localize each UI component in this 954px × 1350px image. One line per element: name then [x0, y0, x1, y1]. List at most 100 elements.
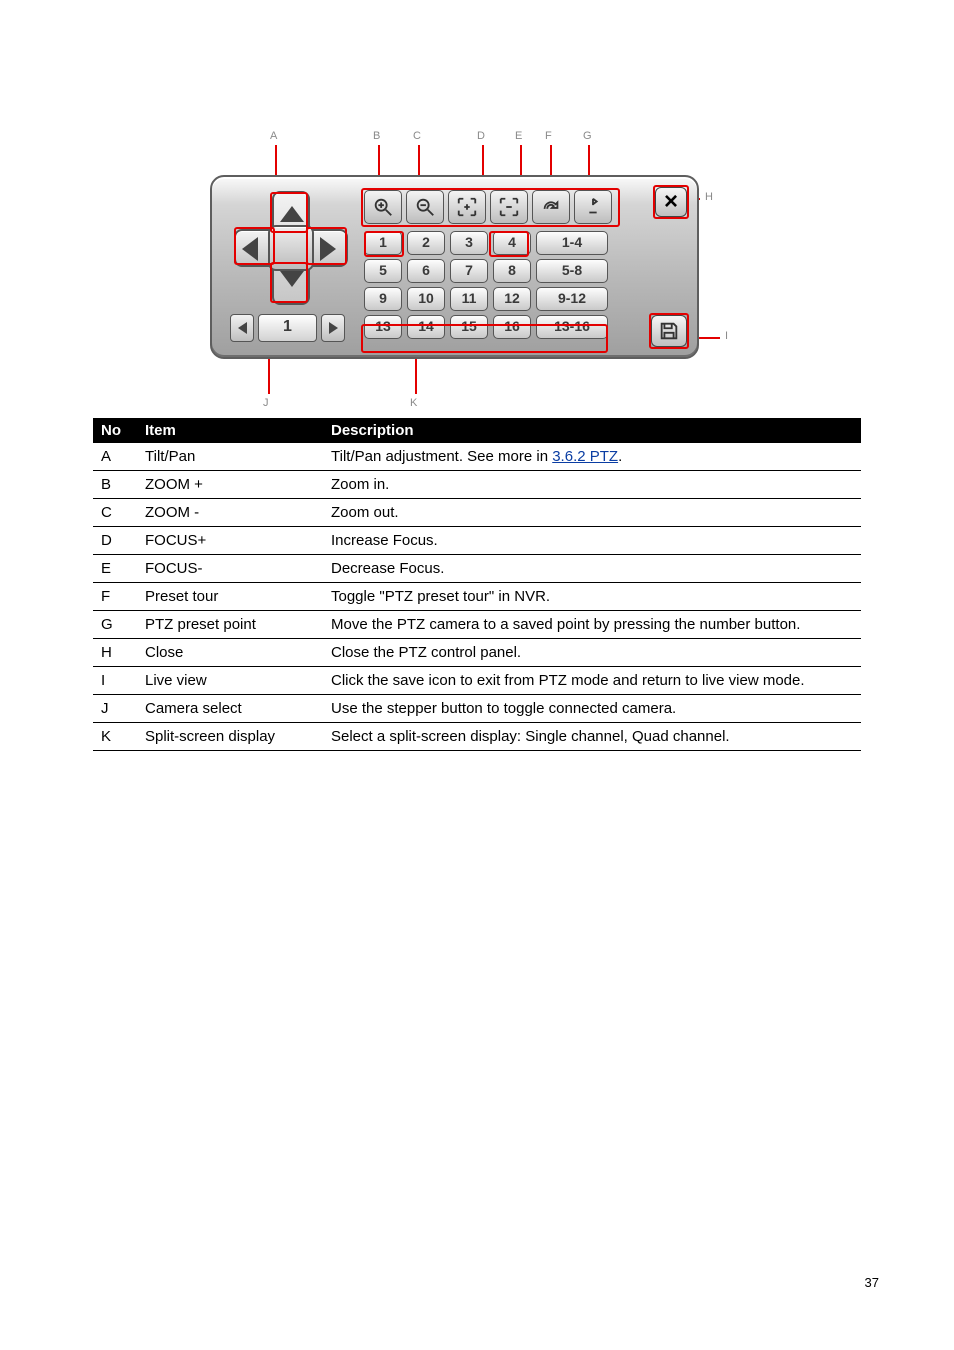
- channel-range-button-1-4[interactable]: 1-4: [536, 231, 608, 255]
- table-cell-desc: Zoom in.: [323, 471, 861, 499]
- table-cell-no: A: [93, 443, 137, 471]
- table-row: FPreset tourToggle "PTZ preset tour" in …: [93, 583, 861, 611]
- preset-point-icon: [582, 196, 604, 218]
- table-row: A Tilt/Pan Tilt/Pan adjustment. See more…: [93, 443, 861, 471]
- page-number: 37: [865, 1275, 879, 1290]
- table-row: JCamera selectUse the stepper button to …: [93, 695, 861, 723]
- table-cell-item: Preset tour: [137, 583, 323, 611]
- leader-label-i: I: [725, 330, 728, 342]
- channel-button-3[interactable]: 3: [450, 231, 488, 255]
- table-cell-desc: Decrease Focus.: [323, 555, 861, 583]
- desc-text: Tilt/Pan adjustment. See more in: [331, 448, 552, 465]
- table-cell-desc: Use the stepper button to toggle connect…: [323, 695, 861, 723]
- leader-label-j: J: [263, 397, 269, 409]
- table-cell-item: FOCUS+: [137, 527, 323, 555]
- live-view-button[interactable]: [651, 315, 687, 347]
- table-row: ILive viewClick the save icon to exit fr…: [93, 667, 861, 695]
- table-cell-desc: Move the PTZ camera to a saved point by …: [323, 611, 861, 639]
- table-row: HCloseClose the PTZ control panel.: [93, 639, 861, 667]
- leader-label-c: C: [413, 130, 421, 142]
- channel-button-13[interactable]: 13: [364, 315, 402, 339]
- dpad-up-icon[interactable]: [280, 206, 304, 222]
- table-cell-no: B: [93, 471, 137, 499]
- table-cell-no: I: [93, 667, 137, 695]
- channel-button-5[interactable]: 5: [364, 259, 402, 283]
- channel-range-button-13-16[interactable]: 13-16: [536, 315, 608, 339]
- channel-button-9[interactable]: 9: [364, 287, 402, 311]
- table-cell-no: D: [93, 527, 137, 555]
- leader-label-b: B: [373, 130, 380, 142]
- tool-row: [364, 190, 612, 222]
- channel-button-4[interactable]: 4: [493, 231, 531, 255]
- desc-text-post: .: [618, 448, 622, 465]
- channel-button-16[interactable]: 16: [493, 315, 531, 339]
- table-cell-no: G: [93, 611, 137, 639]
- desc-link[interactable]: 3.6.2 PTZ: [552, 448, 618, 465]
- channel-range-button-5-8[interactable]: 5-8: [536, 259, 608, 283]
- leader-label-e: E: [515, 130, 522, 142]
- dpad-center[interactable]: [268, 225, 314, 271]
- table-row: KSplit-screen displaySelect a split-scre…: [93, 723, 861, 751]
- channel-button-15[interactable]: 15: [450, 315, 488, 339]
- camera-select-next-button[interactable]: [321, 314, 345, 342]
- dpad: [234, 191, 344, 301]
- zoom-out-button[interactable]: [406, 190, 444, 224]
- channel-button-6[interactable]: 6: [407, 259, 445, 283]
- channel-button-8[interactable]: 8: [493, 259, 531, 283]
- table-cell-item: ZOOM +: [137, 471, 323, 499]
- channel-button-10[interactable]: 10: [407, 287, 445, 311]
- leader-label-f: F: [545, 130, 552, 142]
- focus-minus-button[interactable]: [490, 190, 528, 224]
- leader-label-d: D: [477, 130, 485, 142]
- table-cell-item: PTZ preset point: [137, 611, 323, 639]
- preset-tour-button[interactable]: [532, 190, 570, 224]
- channel-button-2[interactable]: 2: [407, 231, 445, 255]
- close-button[interactable]: ×: [655, 187, 687, 217]
- focus-plus-icon: [456, 196, 478, 218]
- table-row: GPTZ preset pointMove the PTZ camera to …: [93, 611, 861, 639]
- table-cell-no: H: [93, 639, 137, 667]
- leader-label-a: A: [270, 130, 277, 142]
- focus-minus-icon: [498, 196, 520, 218]
- channel-button-12[interactable]: 12: [493, 287, 531, 311]
- table-cell-desc: Click the save icon to exit from PTZ mod…: [323, 667, 861, 695]
- channel-button-14[interactable]: 14: [407, 315, 445, 339]
- table-cell-item: Split-screen display: [137, 723, 323, 751]
- table-cell-item: Camera select: [137, 695, 323, 723]
- table-cell-desc: Toggle "PTZ preset tour" in NVR.: [323, 583, 861, 611]
- table-cell-desc: Zoom out.: [323, 499, 861, 527]
- channel-button-7[interactable]: 7: [450, 259, 488, 283]
- channel-button-11[interactable]: 11: [450, 287, 488, 311]
- leader-label-k: K: [410, 397, 417, 409]
- table-cell-item: FOCUS-: [137, 555, 323, 583]
- table-cell-item: Tilt/Pan: [137, 443, 323, 471]
- table-header-row: No Item Description: [93, 418, 861, 443]
- channel-button-1[interactable]: 1: [364, 231, 402, 255]
- focus-plus-button[interactable]: [448, 190, 486, 224]
- table-cell-desc: Select a split-screen display: Single ch…: [323, 723, 861, 751]
- zoom-in-icon: [372, 196, 394, 218]
- table-cell-no: C: [93, 499, 137, 527]
- preset-point-button[interactable]: [574, 190, 612, 224]
- table-header-item: Item: [137, 418, 323, 443]
- camera-select-value: 1: [258, 314, 317, 342]
- table-cell-item: ZOOM -: [137, 499, 323, 527]
- preset-tour-icon: [540, 196, 562, 218]
- leader-label-g: G: [583, 130, 592, 142]
- dpad-left-icon[interactable]: [242, 237, 258, 261]
- close-icon: ×: [664, 188, 678, 216]
- table-header-no: No: [93, 418, 137, 443]
- dpad-down-icon[interactable]: [280, 271, 304, 287]
- ptz-control-panel: 1: [210, 175, 695, 355]
- description-table: No Item Description A Tilt/Pan Tilt/Pan …: [93, 418, 861, 751]
- dpad-right-icon[interactable]: [320, 237, 336, 261]
- table-cell-no: E: [93, 555, 137, 583]
- table-cell-desc: Close the PTZ control panel.: [323, 639, 861, 667]
- camera-select-prev-button[interactable]: [230, 314, 254, 342]
- zoom-in-button[interactable]: [364, 190, 402, 224]
- table-cell-no: F: [93, 583, 137, 611]
- channel-range-button-9-12[interactable]: 9-12: [536, 287, 608, 311]
- table-cell-no: K: [93, 723, 137, 751]
- table-cell-item: Live view: [137, 667, 323, 695]
- table-cell-no: J: [93, 695, 137, 723]
